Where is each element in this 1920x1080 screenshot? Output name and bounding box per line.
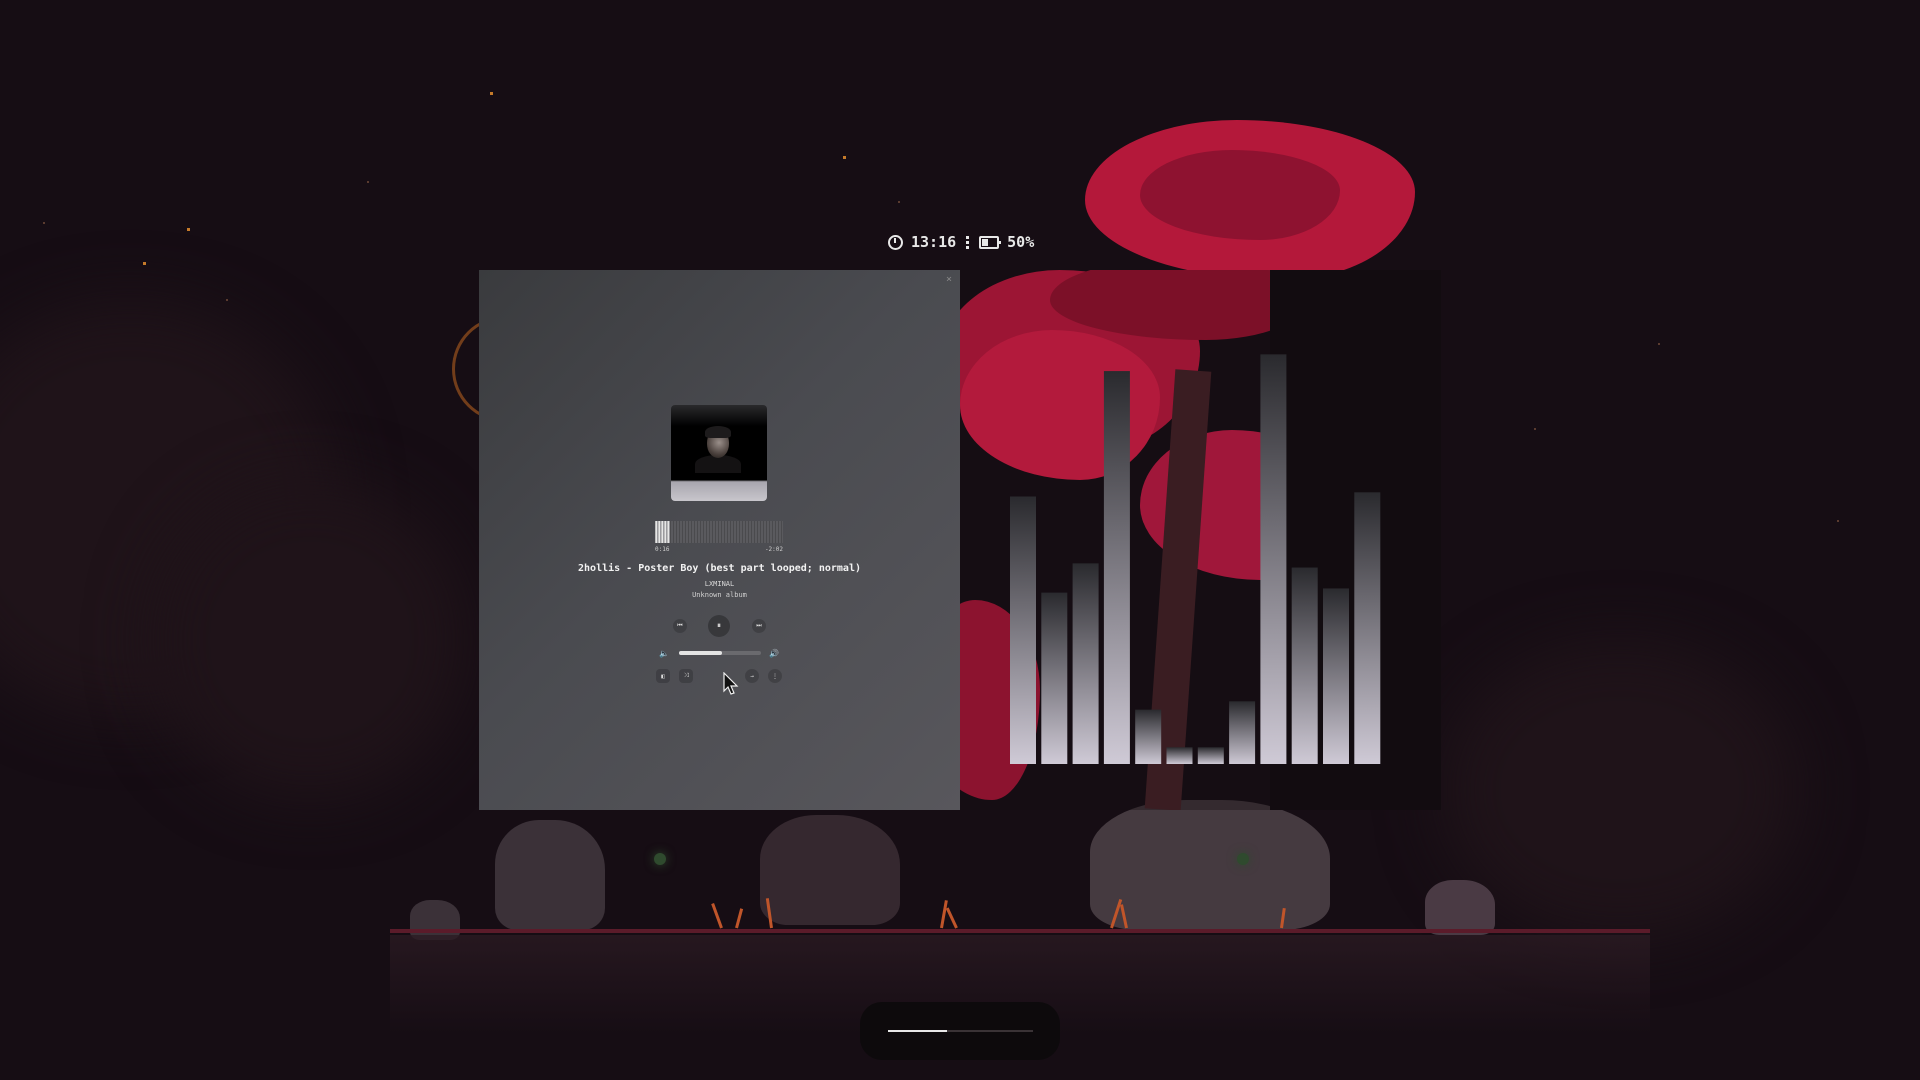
status-bar: 13:16 50% (888, 232, 1034, 252)
star (490, 92, 493, 95)
ground-line (390, 929, 1650, 933)
separator (966, 235, 970, 249)
volume-low-icon[interactable]: 🔈 (659, 649, 669, 658)
sidebar-toggle-button[interactable]: ◧ (656, 669, 670, 683)
spectrum-bar-9 (1260, 354, 1287, 764)
star (898, 201, 900, 203)
dock-progress-track[interactable] (888, 1030, 1033, 1032)
play-pause-button[interactable]: ⏸ (708, 615, 730, 637)
previous-button[interactable]: ⏮ (673, 619, 687, 633)
waveform-seekbar[interactable] (655, 521, 783, 543)
star (143, 262, 146, 265)
star (367, 181, 369, 183)
mist-shape (1440, 640, 1800, 940)
spectrum-bar-6 (1166, 747, 1193, 764)
repeat-icon: → (750, 672, 754, 680)
shuffle-icon: ⤨ (683, 672, 689, 679)
track-album: Unknown album (692, 591, 747, 599)
bottom-dock[interactable] (860, 1002, 1060, 1060)
dock-progress-fill (888, 1030, 948, 1032)
star (1837, 520, 1839, 522)
time-labels: 0:16 -2:02 (655, 546, 783, 553)
clock-icon (888, 234, 903, 250)
shuffle-button[interactable]: ⤨ (679, 669, 693, 683)
repeat-button[interactable]: → (745, 669, 759, 683)
grass-blade (945, 907, 958, 929)
sidebar-icon: ◧ (661, 672, 665, 680)
previous-icon: ⏮ (677, 622, 683, 629)
rock (1425, 880, 1495, 935)
elapsed-time: 0:16 (655, 546, 670, 553)
close-button[interactable]: × (946, 274, 952, 285)
spectrum-bar-7 (1197, 747, 1224, 764)
grass-blade (735, 908, 744, 929)
cover-hair (705, 426, 731, 438)
volume-high-icon[interactable]: 🔊 (769, 649, 779, 658)
spectrum-bar-8 (1229, 701, 1256, 764)
more-options-button[interactable]: ⋮ (768, 669, 782, 683)
spectrum-bar-1 (1010, 496, 1036, 764)
rock (495, 820, 605, 930)
spectrum-bars (1010, 354, 1381, 764)
firefly (654, 853, 666, 865)
spectrum-bar-12 (1354, 492, 1381, 764)
star (43, 222, 45, 224)
next-button[interactable]: ⏭ (752, 619, 766, 633)
firefly (1237, 853, 1249, 865)
battery-icon (979, 235, 1002, 249)
grass-blade (940, 900, 948, 929)
rock (760, 815, 900, 925)
star (187, 228, 190, 231)
star (1658, 343, 1660, 345)
spectrum-bar-3 (1072, 563, 1099, 764)
more-icon: ⋮ (772, 672, 778, 680)
grass-blade (711, 903, 723, 929)
star (1534, 428, 1536, 430)
mist-shape (150, 480, 470, 800)
waveform-bars (655, 521, 783, 543)
remaining-time: -2:02 (764, 546, 783, 553)
spectrum-bar-10 (1291, 567, 1318, 764)
spectrum-bar-4 (1103, 371, 1130, 764)
spectrum-bar-5 (1135, 709, 1162, 764)
clock-time: 13:16 (911, 233, 957, 251)
star (843, 156, 846, 159)
star (226, 299, 228, 301)
spectrum-bar-2 (1041, 592, 1068, 764)
track-title: 2hollis - Poster Boy (best part looped; … (578, 563, 861, 574)
pause-icon: ⏸ (717, 621, 721, 630)
rock (1090, 800, 1330, 930)
battery-percent: 50% (1007, 233, 1035, 251)
music-player-panel: × 0:16 -2:02 2hollis - Poster Boy (best … (479, 270, 960, 810)
next-icon: ⏭ (756, 622, 762, 629)
volume-slider[interactable] (679, 651, 761, 655)
volume-level (679, 651, 722, 655)
spectrum-bar-11 (1323, 588, 1349, 764)
track-artist: LXMINAL (704, 580, 735, 588)
rock (410, 900, 460, 940)
audio-visualizer-panel (960, 270, 1441, 810)
album-cover (671, 405, 767, 501)
